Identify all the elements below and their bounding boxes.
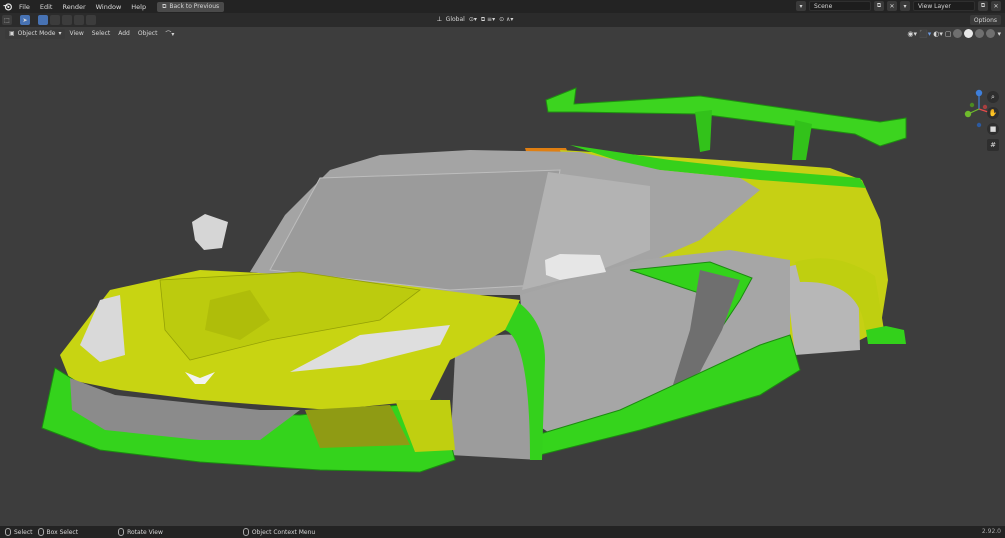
header-menu-select[interactable]: Select [88,30,115,37]
select-mode-subtract-icon[interactable] [62,15,72,25]
view-layer-close-icon[interactable]: ✕ [991,1,1001,11]
header-menu-view[interactable]: View [65,30,87,37]
scene-label: Scene [814,2,833,10]
back-to-previous-button[interactable]: ⧉ Back to Previous [157,1,225,12]
mouse-right-icon [242,528,249,536]
status-select: Select [5,528,33,536]
snap-icon[interactable]: ⧉ ≡▾ [481,16,495,24]
status-context-label: Object Context Menu [251,528,316,536]
editor-type-icon[interactable]: ⬚ [2,15,12,25]
mode-select[interactable]: ▣ Object Mode ▾ [5,28,66,39]
transform-orientation-select[interactable]: Global [446,16,465,23]
menu-edit[interactable]: Edit [35,3,58,11]
car-model[interactable] [0,41,1005,526]
proportional-edit-icon[interactable]: ⊙ ∧▾ [499,16,513,23]
chevron-down-icon: ▾ [58,30,62,37]
top-bar: File Edit Render Window Help ⧉ Back to P… [0,0,1005,13]
topbar-right: ▾ Scene ⧉ ✕ ▾ View Layer ⧉ ✕ [796,1,1001,11]
mode-label: Object Mode [17,30,56,37]
viewport-header: ▣ Object Mode ▾ View Select Add Object ⌒… [0,27,1005,40]
pan-hand-icon[interactable]: ✋ [987,107,999,119]
zoom-icon[interactable]: ⌕ [987,91,999,103]
3d-viewport[interactable]: ⌕ ✋ ■ # [0,41,1005,526]
select-tool-icon[interactable]: ➤ [20,15,30,25]
fullscreen-exit-icon: ⧉ [162,2,167,10]
menu-window[interactable]: Window [91,3,127,11]
solid-shading-icon[interactable] [964,29,974,38]
perspective-grid-icon[interactable]: # [987,139,999,151]
gizmo-toggle-icon[interactable]: ⬛▾ [919,30,931,38]
xray-icon[interactable]: ▢ [945,30,952,38]
mouse-left-icon [5,528,11,536]
select-mode-intersect-icon[interactable] [86,15,96,25]
scene-field[interactable]: Scene [809,1,871,11]
status-select-label: Select [14,528,33,536]
overlay-toggle-icon[interactable]: ◐▾ [933,30,943,38]
view-layer-browse-icon[interactable]: ▾ [900,1,910,11]
scene-browse-icon[interactable]: ▾ [796,1,806,11]
version-label: 2.92.0 [981,528,1001,535]
status-rotate-label: Rotate View [127,528,163,536]
status-rotate-view: Rotate View [118,528,163,536]
orientation-icon: ⟂ [437,15,442,23]
gizmo-y-axis [964,110,972,118]
status-box-select: Box Select [37,528,79,536]
transform-tools: ⟂ Global ⊙▾ ⧉ ≡▾ ⊙ ∧▾ [437,15,513,24]
visibility-icon[interactable]: ◉▾ [907,30,917,38]
status-context-menu: Object Context Menu [242,528,316,536]
select-mode-invert-icon[interactable] [74,15,84,25]
gizmo-z-axis [975,89,983,97]
status-bar: Select Box Select Rotate View Object Con… [0,526,1005,538]
blender-logo-icon[interactable] [0,0,14,13]
view-layer-field[interactable]: View Layer [913,1,975,11]
rendered-shading-icon[interactable] [986,29,996,38]
header-menu-add[interactable]: Add [114,30,134,37]
options-label: Options [973,16,997,24]
camera-icon[interactable]: ■ [987,123,999,135]
view-layer-new-icon[interactable]: ⧉ [978,1,988,11]
menu-help[interactable]: Help [126,3,151,11]
select-mode-new-icon[interactable] [38,15,48,25]
material-shading-icon[interactable] [975,29,985,38]
object-mode-icon: ▣ [9,30,15,37]
shading-options-icon[interactable]: ▾ [997,30,1001,38]
mouse-middle-icon [118,528,125,536]
wireframe-shading-icon[interactable] [953,29,963,38]
gpencil-icon[interactable]: ⌒▾ [161,29,178,38]
view-layer-label: View Layer [918,2,951,10]
menu-file[interactable]: File [14,3,35,11]
menu-render[interactable]: Render [57,3,90,11]
header-menu-object[interactable]: Object [134,30,162,37]
pivot-icon[interactable]: ⊙▾ [469,16,477,23]
scene-close-icon[interactable]: ✕ [887,1,897,11]
select-mode-extend-icon[interactable] [50,15,60,25]
mouse-drag-icon [37,528,44,536]
shading-controls: ◉▾ ⬛▾ ◐▾ ▢ ▾ [907,29,1001,38]
status-box-select-label: Box Select [46,528,79,536]
options-button[interactable]: Options [969,15,1001,25]
back-to-previous-label: Back to Previous [169,3,220,10]
scene-new-icon[interactable]: ⧉ [874,1,884,11]
